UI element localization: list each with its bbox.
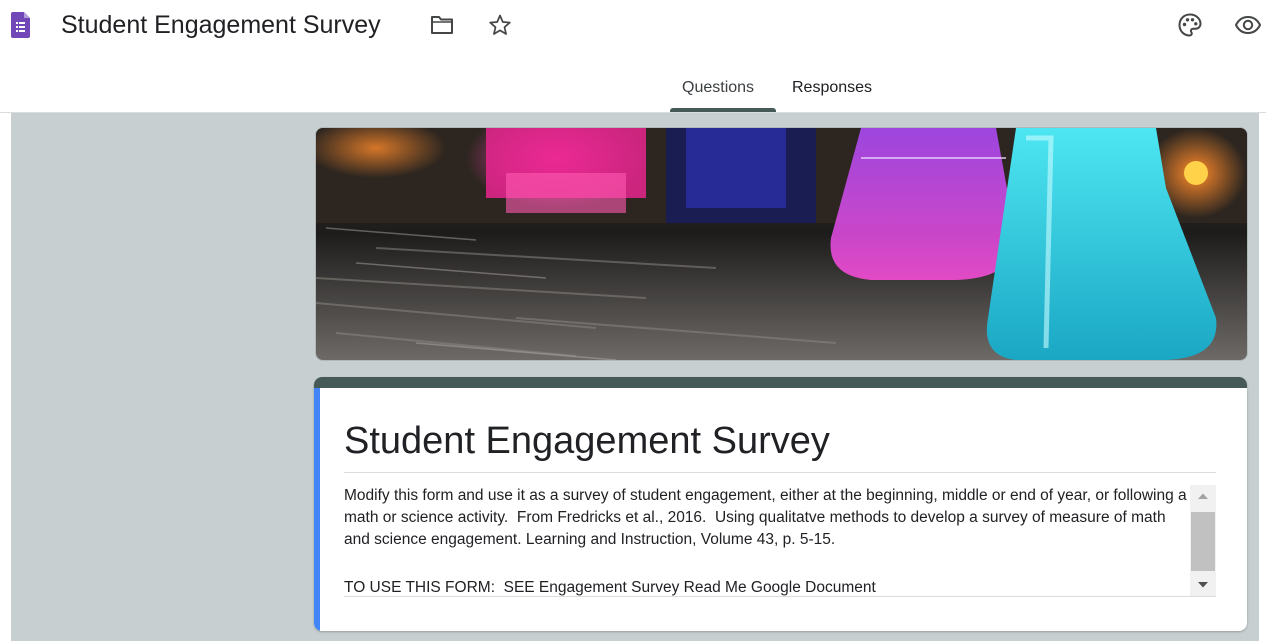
top-bar: Student Engagement Survey (0, 0, 1266, 52)
focus-indicator (314, 388, 320, 631)
forms-icon[interactable] (11, 12, 30, 38)
form-description-paragraph: TO USE THIS FORM: SEE Engagement Survey … (344, 579, 876, 596)
scroll-up-arrow-icon[interactable] (1190, 485, 1216, 507)
star-icon[interactable] (486, 11, 514, 39)
form-title[interactable]: Student Engagement Survey (344, 417, 830, 465)
title-underline (344, 472, 1216, 473)
form-description-field[interactable]: Modify this form and use it as a survey … (344, 485, 1216, 597)
palette-icon[interactable] (1176, 11, 1204, 39)
description-scrollbar[interactable] (1190, 485, 1216, 596)
form-description-paragraph: Modify this form and use it as a survey … (344, 487, 1191, 548)
active-tab-indicator (670, 108, 776, 112)
form-canvas: Student Engagement Survey Modify this fo… (11, 113, 1259, 641)
tab-responses[interactable]: Responses (792, 79, 872, 97)
eye-icon[interactable] (1233, 12, 1263, 38)
theme-color-bar (314, 377, 1247, 388)
form-header-card[interactable]: Student Engagement Survey Modify this fo… (314, 377, 1247, 631)
scroll-down-arrow-icon[interactable] (1190, 574, 1216, 596)
scrollbar-thumb[interactable] (1191, 512, 1215, 571)
header-image (315, 127, 1248, 361)
folder-icon[interactable] (428, 12, 456, 38)
tab-questions[interactable]: Questions (682, 79, 754, 97)
tabs-bar: Questions Responses (0, 52, 1266, 113)
document-title[interactable]: Student Engagement Survey (61, 9, 381, 41)
